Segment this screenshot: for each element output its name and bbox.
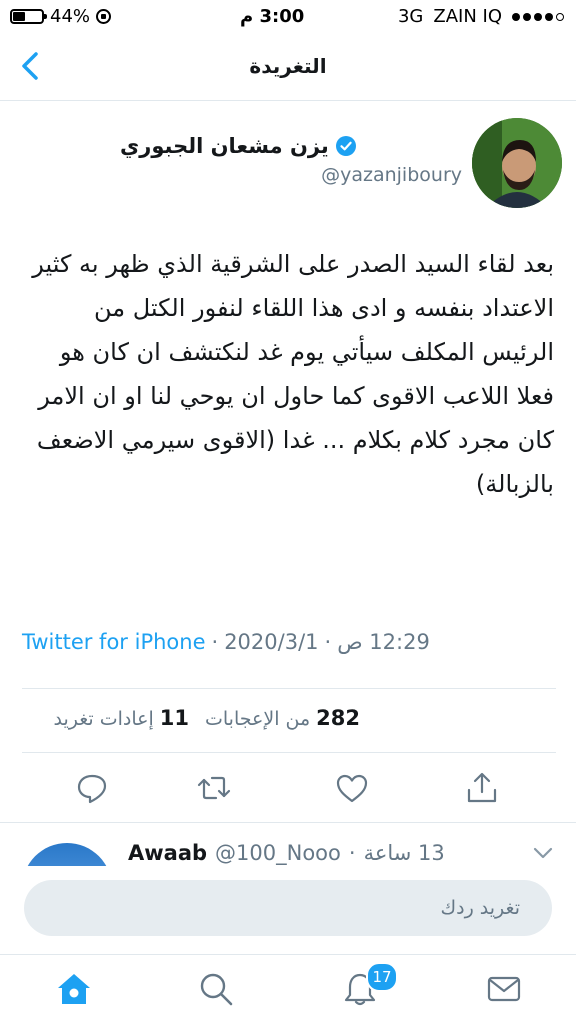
carrier-info: 3G ZAIN IQ [398, 6, 564, 27]
rotation-lock-icon [96, 9, 112, 24]
profile-photo [472, 118, 562, 208]
retweets-label[interactable]: إعادات تغريد [53, 708, 153, 730]
likes-label[interactable]: من الإعجابات [205, 708, 310, 730]
share-icon[interactable] [464, 770, 500, 806]
tab-bar [0, 954, 576, 1025]
reply-icon[interactable] [74, 770, 110, 806]
meta-separator: · [324, 630, 332, 654]
battery-icon [10, 9, 47, 24]
battery-percent: 44% [50, 6, 91, 27]
messages-icon[interactable] [486, 971, 522, 1007]
avatar[interactable] [472, 118, 562, 208]
tweet-source[interactable]: Twitter for iPhone [22, 630, 206, 654]
clock: 3:00 م [240, 6, 305, 27]
tweet-actions [0, 770, 576, 814]
retweet-icon[interactable] [196, 770, 232, 806]
reply-separator: · [348, 841, 356, 865]
divider [22, 688, 556, 689]
notifications-badge: 17 [366, 962, 398, 992]
retweets-count[interactable]: 11 [160, 706, 189, 730]
like-icon[interactable] [334, 770, 370, 806]
home-icon[interactable] [56, 971, 92, 1007]
verified-badge-icon [335, 136, 356, 156]
reply-avatar[interactable] [22, 843, 112, 867]
likes-count[interactable]: 282 [316, 706, 360, 730]
tweet-text: بعد لقاء السيد الصدر على الشرقية الذي ظه… [32, 250, 554, 498]
network-type: 3G [397, 6, 424, 27]
author-handle: @yazanjiboury [321, 164, 462, 186]
tweet-author[interactable]: يزن مشعان الجبوري @yazanjiboury [120, 134, 462, 186]
chevron-down-icon[interactable] [530, 843, 556, 863]
tweet-time: 12:29 ص [337, 630, 430, 654]
nav-bar: التغريدة [0, 34, 576, 101]
reply-time: 13 ساعة [363, 841, 445, 865]
carrier-name: ZAIN IQ [433, 6, 502, 27]
tweet-meta: Twitter for iPhone · 2020/3/1 · 12:29 ص [22, 630, 430, 654]
signal-strength-icon [512, 12, 564, 21]
status-bar: 44% 3:00 م 3G ZAIN IQ [0, 0, 576, 34]
reply-author-name: Awaab [128, 841, 208, 865]
divider [22, 752, 556, 753]
meta-separator: · [211, 630, 219, 654]
reply-input[interactable]: تغريد ردك [24, 880, 552, 936]
reply-header: Awaab @100_Nooo · 13 ساعة [128, 841, 445, 865]
search-icon[interactable] [198, 971, 234, 1007]
tweet-stats: 282 من الإعجابات 11 إعادات تغريد [53, 706, 360, 730]
author-name-row: يزن مشعان الجبوري [120, 134, 462, 158]
reply-item[interactable]: Awaab @100_Nooo · 13 ساعة [0, 822, 576, 867]
tweet-date: 2020/3/1 [224, 630, 319, 654]
reply-author-handle: @100_Nooo [215, 841, 341, 865]
battery-indicator: 44% [10, 6, 112, 27]
reply-composer: تغريد ردك [0, 866, 576, 954]
author-name: يزن مشعان الجبوري [120, 134, 329, 158]
page-title: التغريدة [249, 54, 327, 78]
